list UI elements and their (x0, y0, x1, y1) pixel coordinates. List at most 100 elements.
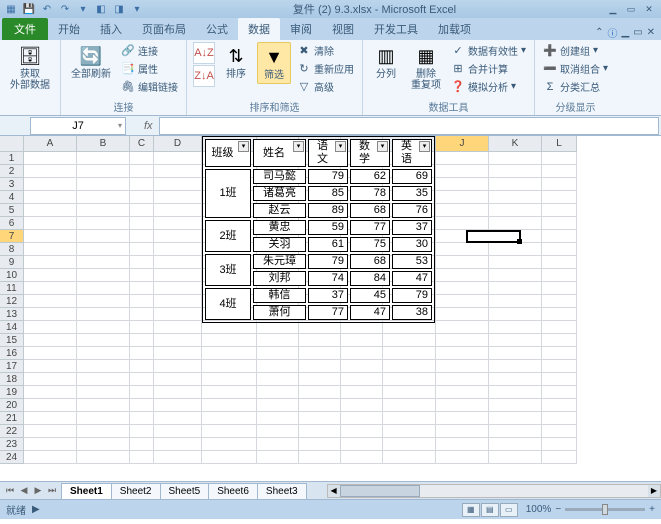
row-header-7[interactable]: 7 (0, 230, 24, 243)
row-header-9[interactable]: 9 (0, 256, 24, 269)
table-cell[interactable]: 黄忠 (253, 220, 306, 235)
scroll-left-arrow[interactable]: ◀ (328, 485, 340, 497)
tab-layout[interactable]: 页面布局 (132, 18, 196, 40)
cell-K12[interactable] (489, 295, 542, 308)
cell-A4[interactable] (24, 191, 77, 204)
cell-B2[interactable] (77, 165, 130, 178)
sheet-nav-last[interactable]: ⏭ (46, 485, 58, 496)
cell-B6[interactable] (77, 217, 130, 230)
cell-L21[interactable] (542, 412, 577, 425)
cell-L18[interactable] (542, 373, 577, 386)
cell-F22[interactable] (257, 425, 299, 438)
cell-B9[interactable] (77, 256, 130, 269)
tab-formula[interactable]: 公式 (196, 18, 238, 40)
cell-L15[interactable] (542, 334, 577, 347)
cell-I21[interactable] (383, 412, 436, 425)
cell-D22[interactable] (154, 425, 202, 438)
cell-E24[interactable] (202, 451, 257, 464)
cell-B16[interactable] (77, 347, 130, 360)
row-header-17[interactable]: 17 (0, 360, 24, 373)
cell-K10[interactable] (489, 269, 542, 282)
cell-C13[interactable] (130, 308, 154, 321)
cell-L20[interactable] (542, 399, 577, 412)
table-cell[interactable]: 38 (392, 305, 432, 320)
cell-J18[interactable] (436, 373, 489, 386)
cell-C17[interactable] (130, 360, 154, 373)
cell-D14[interactable] (154, 321, 202, 334)
cell-B19[interactable] (77, 386, 130, 399)
properties-button[interactable]: 📑属性 (119, 60, 180, 77)
advanced-filter-button[interactable]: ▽高级 (295, 78, 356, 95)
page-break-button[interactable]: ▭ (500, 503, 518, 517)
minimize-button[interactable]: ▁ (605, 2, 621, 16)
cell-L23[interactable] (542, 438, 577, 451)
cell-E17[interactable] (202, 360, 257, 373)
cell-C12[interactable] (130, 295, 154, 308)
cell-G17[interactable] (299, 360, 341, 373)
cell-B5[interactable] (77, 204, 130, 217)
cell-J15[interactable] (436, 334, 489, 347)
table-cell[interactable]: 萧何 (253, 305, 306, 320)
cell-J24[interactable] (436, 451, 489, 464)
cell-C22[interactable] (130, 425, 154, 438)
cell-D9[interactable] (154, 256, 202, 269)
cell-K19[interactable] (489, 386, 542, 399)
cell-A24[interactable] (24, 451, 77, 464)
get-external-data-button[interactable]: 🗄 获取 外部数据 (6, 42, 54, 93)
cell-C10[interactable] (130, 269, 154, 282)
cell-H21[interactable] (341, 412, 383, 425)
cell-B14[interactable] (77, 321, 130, 334)
qat-icon-3[interactable]: ▾ (130, 2, 144, 16)
cell-D13[interactable] (154, 308, 202, 321)
cell-J22[interactable] (436, 425, 489, 438)
row-header-24[interactable]: 24 (0, 451, 24, 464)
qat-more-icon[interactable]: ▾ (76, 2, 90, 16)
table-cell[interactable]: 79 (392, 288, 432, 303)
cell-C24[interactable] (130, 451, 154, 464)
table-cell[interactable]: 79 (308, 169, 348, 184)
cell-A13[interactable] (24, 308, 77, 321)
row-header-13[interactable]: 13 (0, 308, 24, 321)
tab-dev[interactable]: 开发工具 (364, 18, 428, 40)
cell-A1[interactable] (24, 152, 77, 165)
cell-L6[interactable] (542, 217, 577, 230)
cell-K20[interactable] (489, 399, 542, 412)
cell-A23[interactable] (24, 438, 77, 451)
cell-A11[interactable] (24, 282, 77, 295)
cell-B10[interactable] (77, 269, 130, 282)
help-icon[interactable]: ⓘ (607, 25, 617, 40)
cell-L8[interactable] (542, 243, 577, 256)
select-all-button[interactable] (0, 136, 24, 152)
remove-duplicates-button[interactable]: ▦ 删除 重复项 (407, 42, 445, 93)
cell-J9[interactable] (436, 256, 489, 269)
cell-D4[interactable] (154, 191, 202, 204)
page-layout-button[interactable]: ▤ (481, 503, 499, 517)
filter-dropdown-icon[interactable]: ▾ (419, 141, 430, 152)
col-header-K[interactable]: K (489, 136, 542, 152)
cell-B15[interactable] (77, 334, 130, 347)
table-cell[interactable]: 朱元璋 (253, 254, 306, 269)
table-cell[interactable]: 76 (392, 203, 432, 218)
col-header-A[interactable]: A (24, 136, 77, 152)
cell-J20[interactable] (436, 399, 489, 412)
cell-B20[interactable] (77, 399, 130, 412)
row-header-5[interactable]: 5 (0, 204, 24, 217)
cell-E20[interactable] (202, 399, 257, 412)
cell-C15[interactable] (130, 334, 154, 347)
cell-F24[interactable] (257, 451, 299, 464)
tab-review[interactable]: 审阅 (280, 18, 322, 40)
restore-button[interactable]: ▭ (623, 2, 639, 16)
table-cell[interactable]: 77 (350, 220, 390, 235)
table-cell[interactable]: 61 (308, 237, 348, 252)
cell-H20[interactable] (341, 399, 383, 412)
table-cell[interactable]: 37 (392, 220, 432, 235)
filter-dropdown-icon[interactable]: ▾ (377, 141, 388, 152)
cell-A5[interactable] (24, 204, 77, 217)
cell-C20[interactable] (130, 399, 154, 412)
cell-A9[interactable] (24, 256, 77, 269)
cell-D2[interactable] (154, 165, 202, 178)
table-cell[interactable]: 刘邦 (253, 271, 306, 286)
cell-J8[interactable] (436, 243, 489, 256)
row-header-21[interactable]: 21 (0, 412, 24, 425)
cell-D7[interactable] (154, 230, 202, 243)
